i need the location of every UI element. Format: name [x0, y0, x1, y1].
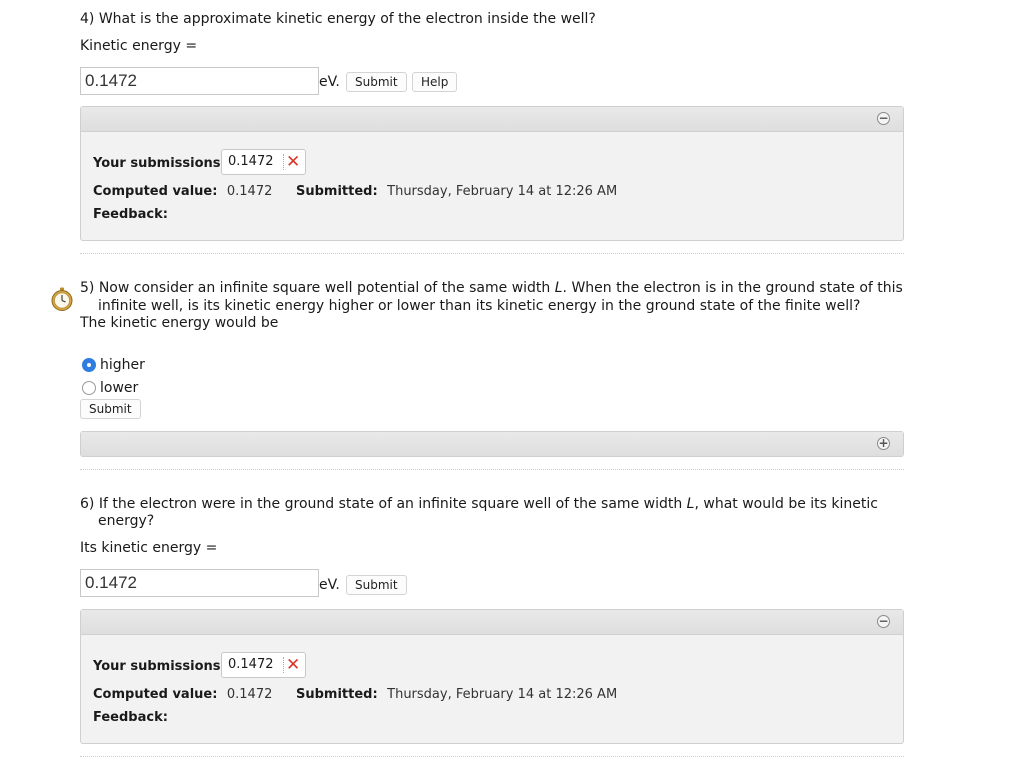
q5-submission-panel: +: [80, 431, 904, 457]
q4-answer-input[interactable]: 0.1472: [80, 67, 319, 95]
q4-question: 4) What is the approximate kinetic energ…: [80, 11, 596, 27]
q5-prompt: The kinetic energy would be: [80, 315, 279, 331]
q4-computed-label: Computed value:: [93, 184, 218, 199]
section-divider: [80, 469, 904, 470]
q6-answer-input[interactable]: 0.1472: [80, 569, 319, 597]
x-mark-icon: ✕: [286, 152, 301, 172]
q4-submission-value: 0.1472: [228, 154, 274, 169]
q6-submitted-label: Submitted:: [296, 687, 378, 702]
q4-submitted-value: Thursday, February 14 at 12:26 AM: [387, 184, 618, 199]
q4-submissions-label: Your submissions:: [93, 156, 226, 171]
q6-prompt: Its kinetic energy =: [80, 540, 218, 556]
q6-submit-button[interactable]: Submit: [346, 575, 407, 595]
q6-submissions-label: Your submissions:: [93, 659, 226, 674]
submission-separator: [283, 154, 284, 170]
x-mark-icon: ✕: [286, 655, 301, 675]
option-lower-label[interactable]: lower: [100, 379, 138, 397]
q5-submit-button[interactable]: Submit: [80, 399, 141, 419]
q6-submission-entry: 0.1472 ✕: [221, 652, 306, 678]
q4-submission-panel: − Your submissions: 0.1472 ✕ Computed va…: [80, 106, 904, 241]
q6-submitted-value: Thursday, February 14 at 12:26 AM: [387, 687, 618, 702]
expand-icon[interactable]: +: [877, 437, 890, 450]
q4-computed-row: Computed value: 0.1472: [93, 183, 272, 199]
q5-question-text-b: . When the electron is in the ground sta…: [562, 280, 903, 296]
q6-submitted-row: Submitted: Thursday, February 14 at 12:2…: [296, 686, 617, 702]
q6-submission-panel: − Your submissions: 0.1472 ✕ Computed va…: [80, 609, 904, 744]
q5-panel-header[interactable]: +: [81, 432, 903, 456]
q4-feedback-label: Feedback:: [93, 207, 168, 222]
q4-prompt: Kinetic energy =: [80, 38, 198, 54]
q6-submission-value: 0.1472: [228, 657, 274, 672]
q6-unit: eV.: [319, 577, 340, 593]
collapse-icon[interactable]: −: [877, 112, 890, 125]
q5-variable: L: [554, 280, 563, 296]
q4-submitted-row: Submitted: Thursday, February 14 at 12:2…: [296, 183, 617, 199]
q4-help-button[interactable]: Help: [412, 72, 458, 92]
q6-question-line1: 6) If the electron were in the ground st…: [80, 495, 878, 513]
q6-computed-value: 0.1472: [226, 687, 273, 702]
radio-lower[interactable]: [82, 381, 96, 395]
q6-question-text-b: , what would be its kinetic: [694, 496, 878, 512]
q6-panel-header[interactable]: −: [81, 610, 903, 635]
q5-question-line2: infinite well, is its kinetic energy hig…: [98, 298, 861, 314]
q6-feedback-label: Feedback:: [93, 710, 168, 725]
q4-panel-header[interactable]: −: [81, 107, 903, 132]
q6-computed-label: Computed value:: [93, 687, 218, 702]
q4-submission-entry: 0.1472 ✕: [221, 149, 306, 175]
q6-question-line2: energy?: [98, 513, 155, 529]
stopwatch-icon: [51, 287, 73, 311]
submission-separator: [283, 657, 284, 673]
section-divider: [80, 253, 904, 254]
section-divider: [80, 756, 904, 757]
q4-unit: eV.: [319, 74, 340, 90]
option-higher-label[interactable]: higher: [100, 356, 145, 374]
radio-higher[interactable]: [82, 358, 96, 372]
collapse-icon[interactable]: −: [877, 615, 890, 628]
q6-question-text-a: 6) If the electron were in the ground st…: [80, 496, 687, 512]
q5-question-text-a: 5) Now consider an infinite square well …: [80, 280, 555, 296]
q4-submit-button[interactable]: Submit: [346, 72, 407, 92]
q6-computed-row: Computed value: 0.1472: [93, 686, 272, 702]
q5-question-line1: 5) Now consider an infinite square well …: [80, 279, 903, 297]
q4-submitted-label: Submitted:: [296, 184, 378, 199]
q4-computed-value: 0.1472: [226, 184, 273, 199]
